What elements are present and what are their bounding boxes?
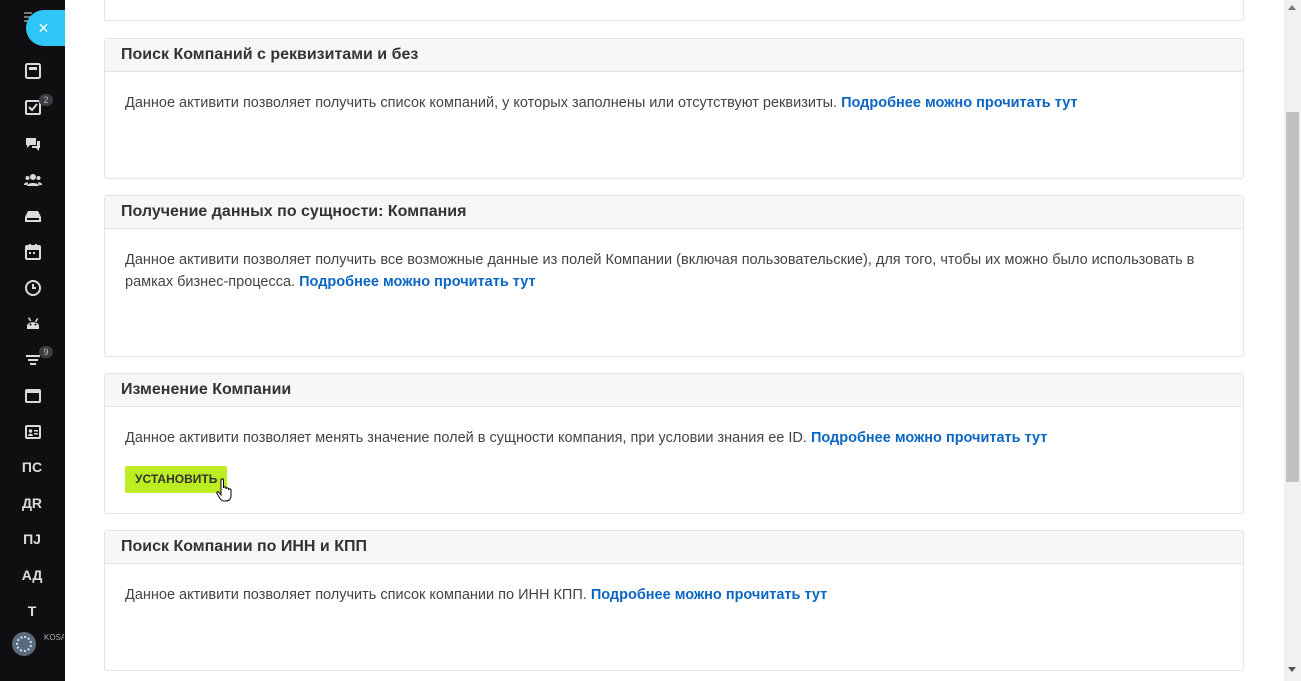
read-more-link[interactable]: Подробнее можно прочитать тут (811, 430, 1047, 446)
user-label: KOSA ВСЁ Б (44, 633, 64, 642)
card-text: Данное активити позволяет получить все в… (125, 252, 1195, 290)
card-previous (104, 0, 1244, 21)
drive-icon[interactable] (22, 206, 44, 226)
vertical-scrollbar[interactable] (1284, 0, 1301, 681)
sidebar-item-ad[interactable]: АД (14, 567, 50, 583)
install-button[interactable]: УСТАНОВИТЬ (125, 466, 228, 493)
card-text: Данное активити позволяет получить списо… (125, 587, 591, 603)
activity-card: Поиск Компании по ИНН и КПП Данное актив… (104, 530, 1244, 671)
main-content: Поиск Компаний с реквизитами и без Данно… (65, 0, 1284, 681)
filter-badge: 9 (39, 346, 53, 358)
sidebar-item-dr[interactable]: ДR (14, 495, 50, 511)
card-text: Данное активити позволяет менять значени… (125, 430, 811, 446)
scroll-up-arrow-icon[interactable] (1288, 5, 1296, 10)
card-title: Изменение Компании (105, 374, 1243, 407)
hand-pointer-cursor-icon (216, 478, 232, 502)
card-title: Поиск Компаний с реквизитами и без (105, 39, 1243, 72)
scroll-down-arrow-icon[interactable] (1288, 667, 1296, 672)
clock-icon[interactable] (22, 278, 44, 298)
activity-card: Поиск Компаний с реквизитами и без Данно… (104, 38, 1244, 179)
card-title: Поиск Компании по ИНН и КПП (105, 531, 1243, 564)
activity-card: Изменение Компании Данное активити позво… (104, 373, 1244, 514)
chat-icon[interactable] (22, 134, 44, 154)
read-more-link[interactable]: Подробнее можно прочитать тут (841, 95, 1077, 111)
contact-card-icon[interactable] (22, 422, 44, 442)
card-description: Данное активити позволяет менять значени… (105, 407, 1243, 493)
card-title: Получение данных по сущности: Компания (105, 196, 1243, 229)
activity-card: Получение данных по сущности: Компания Д… (104, 195, 1244, 357)
sidebar-item-ps[interactable]: ПС (14, 459, 50, 475)
news-icon[interactable] (22, 61, 44, 81)
card-description: Данное активити позволяет получить списо… (105, 72, 1243, 114)
left-sidebar: × 2 9 ПС ДR ПJ АД Т KOSA ВСЁ Б (0, 0, 65, 681)
card-description: Данное активити позволяет получить списо… (105, 564, 1243, 606)
card-description: Данное активити позволяет получить все в… (105, 229, 1243, 293)
close-button[interactable]: × (26, 10, 65, 46)
sidebar-item-t[interactable]: Т (14, 603, 50, 619)
read-more-link[interactable]: Подробнее можно прочитать тут (299, 274, 535, 290)
user-avatar[interactable] (12, 632, 36, 656)
card-text: Данное активити позволяет получить списо… (125, 95, 842, 111)
calendar-icon[interactable] (22, 242, 44, 262)
scroll-thumb[interactable] (1286, 112, 1299, 482)
group-icon[interactable] (22, 170, 44, 190)
robot-icon[interactable] (22, 314, 44, 334)
sidebar-item-pj[interactable]: ПJ (14, 531, 50, 547)
window-icon[interactable] (22, 386, 44, 406)
tasks-badge: 2 (39, 94, 53, 106)
read-more-link[interactable]: Подробнее можно прочитать тут (591, 587, 827, 603)
